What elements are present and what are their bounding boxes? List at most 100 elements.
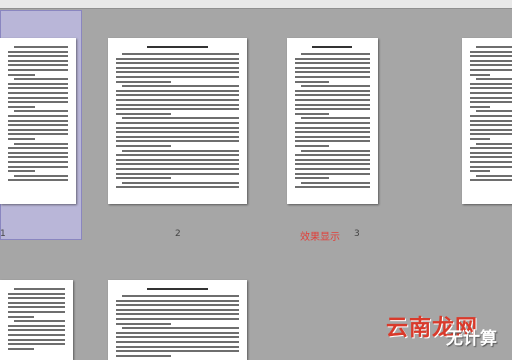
text-line [8,151,68,154]
text-line [476,78,512,81]
page-thumbnail-1[interactable] [0,38,76,204]
text-line [476,174,512,177]
text-line [470,59,512,62]
text-line [476,142,512,145]
text-line [14,288,65,290]
text-line [122,295,239,297]
text-line [8,301,65,304]
text-line [8,50,68,53]
text-line [116,350,239,353]
text-line [470,92,512,94]
text-line [116,89,239,92]
text-line [470,69,512,71]
text-line [8,334,65,336]
page-number-2: 2 [175,229,181,239]
text-line [8,292,65,295]
text-line [8,55,68,58]
text-line [295,168,370,170]
text-line [8,96,68,99]
text-line [8,69,68,71]
text-line [295,62,370,65]
text-line [476,46,512,48]
text-line [470,124,512,127]
text-line [470,82,512,85]
text-line [116,172,239,175]
text-line [8,179,68,182]
text-line [295,172,370,175]
text-line [470,115,512,117]
page-thumbnail-2[interactable] [108,38,247,204]
text-line [116,103,239,106]
text-line [116,62,239,65]
text-line [122,117,239,120]
text-line [116,336,239,339]
text-line [8,82,68,85]
text-line [116,354,171,357]
text-line [8,324,65,327]
text-line [116,186,239,189]
text-line [8,73,35,76]
text-line [116,80,171,83]
text-line [470,105,490,108]
text-line [116,126,239,129]
toolbar-strip [0,0,512,9]
text-line [116,341,239,343]
text-line [116,99,239,101]
text-line [8,338,65,341]
page-thumbnail-4[interactable] [462,38,512,204]
text-line [116,108,239,111]
text-line [295,186,370,189]
text-line [8,124,68,127]
page-thumbnail-6[interactable] [108,280,247,360]
text-line [8,165,68,168]
text-line [295,89,370,92]
text-line [8,133,68,136]
text-line [8,329,65,332]
text-line [8,156,68,159]
text-line [295,112,329,115]
text-line [122,85,239,88]
text-line [116,177,171,180]
text-line [122,149,239,152]
text-line [470,101,512,104]
text-line [8,297,65,300]
text-line [295,140,370,143]
text-line [116,331,239,334]
text-line [470,133,512,136]
text-line [470,138,490,140]
text-line [295,57,370,60]
text-line [116,163,239,166]
text-line [14,142,68,145]
text-line [8,343,65,346]
text-line [116,94,239,97]
text-line [116,154,239,157]
text-line [8,147,68,150]
text-line [295,99,370,101]
text-line [8,105,35,108]
page-number-3: 3 [354,229,360,239]
text-line [8,119,68,122]
text-line [295,177,329,180]
text-line [470,156,512,159]
text-line [122,327,239,330]
text-line [470,50,512,53]
text-line [14,174,68,177]
text-line [116,308,239,311]
text-line [116,158,239,161]
text-line [295,145,329,147]
page-thumbnail-5[interactable] [0,280,73,360]
text-line [470,179,512,182]
text-line [8,64,68,67]
watermark-sub-text: 无计算 [446,329,497,349]
text-line [295,163,370,166]
text-line [116,131,239,134]
text-line [8,101,68,104]
page-thumbnail-3[interactable] [287,38,378,204]
text-line [470,170,490,173]
text-line [116,57,239,60]
page-heading-line [147,288,208,290]
text-line [8,306,65,309]
text-line [116,76,239,78]
text-line [14,110,68,113]
text-line [295,71,370,74]
